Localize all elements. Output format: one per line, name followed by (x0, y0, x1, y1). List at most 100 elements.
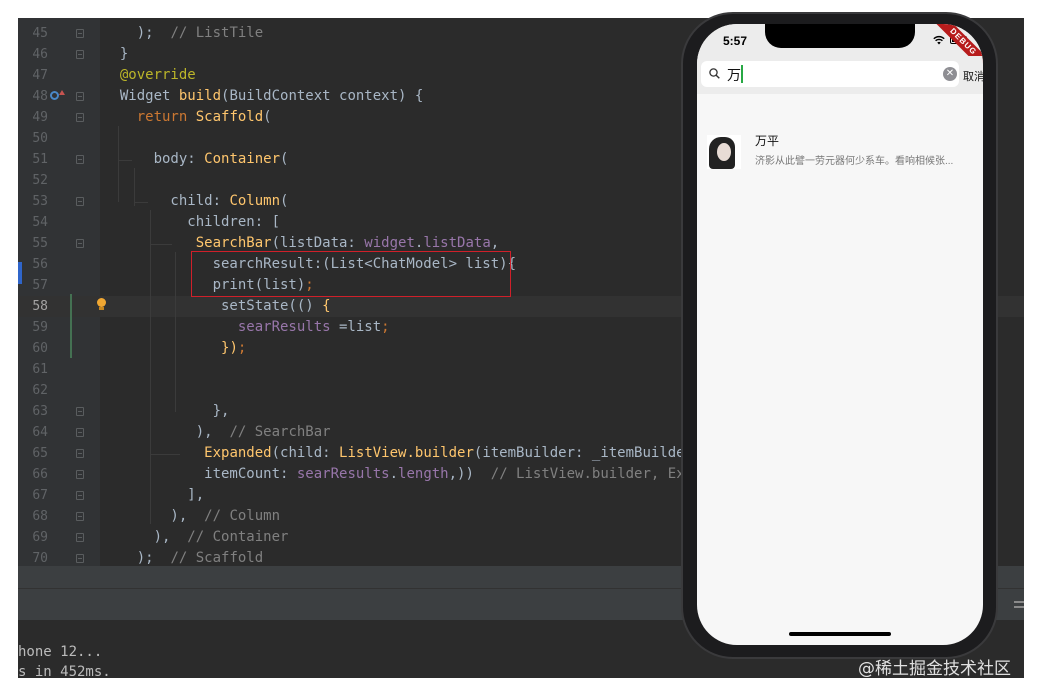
line-number: 56 (32, 257, 48, 272)
override-method-icon[interactable] (50, 91, 59, 100)
indent-guide (150, 454, 180, 455)
fold-icon[interactable] (76, 92, 84, 101)
code-token: (child: (271, 445, 340, 461)
code-token: Column (229, 193, 281, 209)
iphone-simulator: 5:57 DEBUG 万 ✕ 取消 万平 济影从此譬一劳元器何少系车。看响相候张… (681, 12, 998, 659)
code-token: (itemBuilder: _itemBuilder, (473, 445, 702, 461)
phone-notch (765, 24, 915, 48)
fold-icon[interactable] (76, 155, 84, 164)
indent-guide (134, 168, 135, 206)
code-token: ], (103, 487, 205, 503)
fold-icon[interactable] (76, 512, 84, 521)
fold-icon[interactable] (76, 29, 84, 38)
line-number: 45 (32, 26, 48, 41)
line-number: 47 (32, 68, 48, 83)
cancel-button[interactable]: 取消 (963, 68, 983, 84)
code-token: setState(() (103, 298, 323, 314)
code-token: ( (263, 109, 272, 125)
indent-guide (118, 126, 119, 202)
code-text: } (103, 44, 128, 65)
fold-icon[interactable] (76, 239, 84, 248)
code-token: // SearchBar (229, 424, 331, 440)
code-token: }) (221, 340, 238, 356)
code-token: Scaffold (195, 109, 264, 125)
code-token: listData (423, 235, 491, 251)
code-token: (listData: (271, 235, 365, 251)
line-number: 64 (32, 425, 48, 440)
status-bar: 5:57 DEBUG (697, 24, 983, 76)
code-token: @override (103, 67, 196, 83)
code-token: // ListTile (170, 25, 264, 41)
fold-icon[interactable] (76, 428, 84, 437)
fold-icon[interactable] (76, 113, 84, 122)
fold-icon[interactable] (76, 533, 84, 542)
fold-icon[interactable] (76, 491, 84, 500)
code-token: ListView.builder (339, 445, 474, 461)
code-token: searResults (296, 466, 390, 482)
code-token: Container (204, 151, 281, 167)
panel-menu-icon[interactable] (1014, 601, 1024, 603)
fold-icon[interactable] (76, 407, 84, 416)
code-text: children: [ (103, 212, 280, 233)
line-number: 58 (32, 299, 48, 314)
search-bar: 万 ✕ 取消 (697, 56, 983, 94)
fold-icon[interactable] (76, 449, 84, 458)
line-number: 65 (32, 446, 48, 461)
fold-icon[interactable] (76, 554, 84, 563)
line-number: 53 (32, 194, 48, 209)
search-input[interactable]: 万 ✕ (701, 61, 959, 87)
annotation-highlight-box (191, 251, 511, 297)
fold-icon[interactable] (76, 197, 84, 206)
clear-icon[interactable]: ✕ (943, 67, 957, 81)
search-icon (709, 68, 720, 79)
code-token: =list (330, 319, 382, 335)
code-token: . (389, 466, 399, 482)
line-number: 51 (32, 152, 48, 167)
line-number: 60 (32, 341, 48, 356)
code-text: ), // Column (103, 506, 280, 527)
code-text: child: Column( (103, 191, 288, 212)
code-token: ( (280, 151, 289, 167)
indent-guide (118, 160, 132, 161)
line-number: 69 (32, 530, 48, 545)
code-text: searResults =list; (103, 317, 390, 338)
code-token: children: [ (103, 214, 281, 230)
code-text: }, (103, 401, 230, 422)
code-token: length (398, 466, 449, 482)
code-text: itemCount: searResults.length,)) // List… (103, 464, 735, 485)
wifi-icon (933, 35, 945, 45)
fold-icon[interactable] (76, 50, 84, 59)
panel-menu-icon[interactable] (1014, 606, 1024, 608)
line-number: 61 (32, 362, 48, 377)
search-result-item[interactable]: 万平 济影从此譬一劳元器何少系车。看响相候张... (697, 132, 983, 178)
code-token: , (490, 235, 500, 251)
line-number: 68 (32, 509, 48, 524)
line-number: 50 (32, 131, 48, 146)
contact-message: 济影从此譬一劳元器何少系车。看响相候张... (755, 156, 954, 167)
code-text: ], (103, 485, 204, 506)
code-text: Widget build(BuildContext context) { (103, 86, 423, 107)
home-indicator[interactable] (789, 632, 891, 636)
line-number: 70 (32, 551, 48, 566)
code-token: build (178, 88, 222, 104)
code-token: ); (103, 25, 171, 41)
fold-icon[interactable] (76, 470, 84, 479)
text-caret (741, 65, 743, 83)
code-token: Expanded (204, 445, 272, 461)
indent-guide (175, 252, 176, 412)
code-token: ), (103, 508, 205, 524)
code-token: ; (381, 319, 390, 335)
contact-name: 万平 (755, 134, 780, 148)
line-number: 59 (32, 320, 48, 335)
code-token: itemCount: (103, 466, 297, 482)
watermark: @稀土掘金技术社区 (858, 659, 1011, 679)
line-number: 55 (32, 236, 48, 251)
code-token: { (322, 298, 331, 314)
code-token: // Column (204, 508, 281, 524)
code-token: ( (280, 193, 289, 209)
code-token: // Scaffold (170, 550, 264, 566)
lightbulb-icon[interactable] (96, 298, 106, 310)
